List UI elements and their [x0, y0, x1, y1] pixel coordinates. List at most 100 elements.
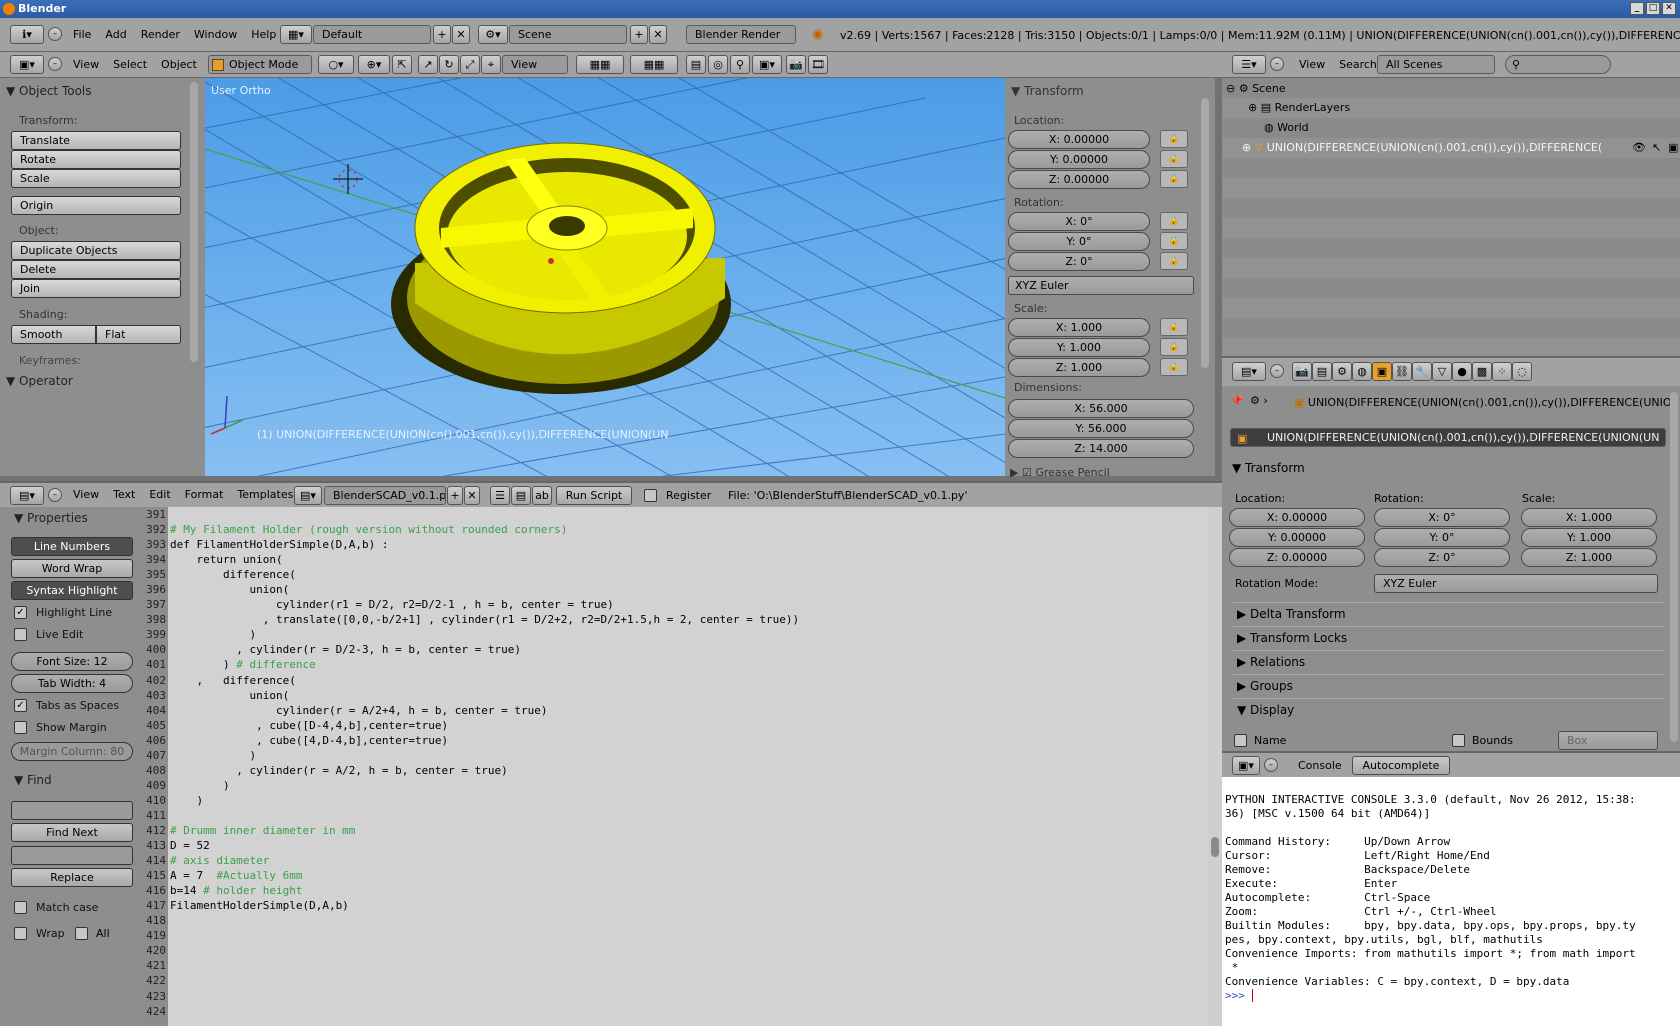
- bounds-type-select[interactable]: Box: [1558, 731, 1658, 750]
- display-name-checkbox[interactable]: [1234, 734, 1247, 747]
- scale-button[interactable]: Scale: [11, 169, 181, 188]
- props-scrollbar[interactable]: [1670, 392, 1678, 742]
- rotation-mode-select[interactable]: XYZ Euler: [1374, 574, 1658, 593]
- smooth-button[interactable]: Smooth: [11, 325, 96, 344]
- text-unlink-icon[interactable]: ✕: [464, 486, 480, 505]
- props-tab-data-icon[interactable]: ▽: [1432, 362, 1452, 381]
- manipulator-toggle-icon[interactable]: ⇱: [392, 55, 412, 74]
- text-file-select[interactable]: BlenderSCAD_v0.1.py: [324, 486, 446, 505]
- menu-add[interactable]: Add: [98, 26, 133, 44]
- editor-type-icon[interactable]: ℹ▾: [10, 25, 44, 44]
- 3d-collapse-icon[interactable]: –: [48, 57, 62, 71]
- display-bounds-checkbox[interactable]: [1452, 734, 1465, 747]
- object-tools-header[interactable]: ▼ Object Tools: [6, 84, 92, 98]
- toggle-syntax-icon[interactable]: ab: [532, 486, 552, 505]
- render-engine-select[interactable]: Blender Render: [686, 25, 796, 44]
- scene-icon[interactable]: ⚙▾: [478, 25, 508, 44]
- layout-remove-icon[interactable]: ✕: [452, 25, 470, 44]
- join-button[interactable]: Join: [11, 279, 181, 298]
- text-scrollbar-thumb[interactable]: [1211, 837, 1219, 857]
- translate-manipulator-icon[interactable]: ↗: [418, 55, 438, 74]
- props-rotation-x[interactable]: X: 0°: [1374, 508, 1510, 527]
- register-checkbox[interactable]: [644, 489, 657, 502]
- text-browse-icon[interactable]: ▤▾: [294, 486, 322, 505]
- n-panel-scrollbar[interactable]: [1201, 98, 1209, 368]
- console-collapse-icon[interactable]: –: [1264, 758, 1278, 772]
- n-location-z[interactable]: Z: 0.00000: [1008, 170, 1150, 189]
- lock-scale-x-icon[interactable]: 🔒: [1160, 318, 1188, 336]
- text-menu-view[interactable]: View: [66, 486, 106, 504]
- line-numbers-toggle[interactable]: Line Numbers: [11, 537, 133, 556]
- collapse-menu-icon[interactable]: –: [48, 27, 62, 41]
- props-tab-texture-icon[interactable]: ▩: [1472, 362, 1492, 381]
- run-script-button[interactable]: Run Script: [556, 486, 632, 505]
- outliner-item-world[interactable]: ◍ World: [1264, 121, 1309, 134]
- transform-orientation-select[interactable]: View: [502, 55, 568, 74]
- 3d-viewport[interactable]: User Ortho (1) UNION(DIFFERENCE(UNION(cn…: [205, 78, 1005, 476]
- lock-rotation-y-icon[interactable]: 🔒: [1160, 232, 1188, 250]
- toggle-word-wrap-icon[interactable]: ▤: [511, 486, 531, 505]
- section-transform-locks[interactable]: ▶ Transform Locks: [1233, 626, 1665, 648]
- lock-location-y-icon[interactable]: 🔒: [1160, 150, 1188, 168]
- props-scale-y[interactable]: Y: 1.000: [1521, 528, 1657, 547]
- rotate-manipulator-icon[interactable]: ↻: [439, 55, 459, 74]
- text-collapse-icon[interactable]: –: [48, 488, 62, 502]
- maximize-button[interactable]: □: [1646, 2, 1660, 15]
- 3d-menu-view[interactable]: View: [66, 56, 106, 74]
- match-case-checkbox[interactable]: [14, 901, 27, 914]
- text-menu-format[interactable]: Format: [178, 486, 231, 504]
- menu-render[interactable]: Render: [134, 26, 187, 44]
- flat-button[interactable]: Flat: [96, 325, 181, 344]
- scene-select[interactable]: Scene: [509, 25, 627, 44]
- highlight-line-checkbox[interactable]: ✓: [14, 606, 27, 619]
- find-header[interactable]: ▼ Find: [14, 773, 52, 787]
- toggle-line-numbers-icon[interactable]: ☰: [490, 486, 510, 505]
- transform-orientation-icon[interactable]: ⌖: [481, 55, 501, 74]
- n-transform-header[interactable]: ▼ Transform: [1011, 84, 1084, 98]
- 3d-editor-type-icon[interactable]: ▣▾: [10, 55, 44, 74]
- n-dimension-y[interactable]: Y: 56.000: [1008, 419, 1194, 438]
- word-wrap-toggle[interactable]: Word Wrap: [11, 559, 133, 578]
- close-button[interactable]: ✕: [1662, 2, 1676, 15]
- n-location-y[interactable]: Y: 0.00000: [1008, 150, 1150, 169]
- all-checkbox[interactable]: [75, 927, 88, 940]
- lock-layers-icon[interactable]: ▤: [686, 55, 706, 74]
- filament-holder-mesh[interactable]: [391, 142, 731, 394]
- props-tab-constraints-icon[interactable]: ⛓: [1392, 362, 1412, 381]
- live-edit-checkbox[interactable]: [14, 628, 27, 641]
- 3d-cursor-icon[interactable]: [333, 164, 363, 194]
- text-menu-text[interactable]: Text: [106, 486, 142, 504]
- props-tab-particles-icon[interactable]: ⁘: [1492, 362, 1512, 381]
- scale-manipulator-icon[interactable]: ⤢: [460, 55, 480, 74]
- find-next-button[interactable]: Find Next: [11, 823, 133, 842]
- pivot-point-icon[interactable]: ⊕▾: [358, 55, 390, 74]
- outliner-item-object[interactable]: ⊕ ▽ UNION(DIFFERENCE(UNION(cn().001,cn()…: [1242, 141, 1602, 154]
- lock-location-x-icon[interactable]: 🔒: [1160, 130, 1188, 148]
- n-grease-pencil-header[interactable]: ▶ ☑ Grease Pencil: [1010, 466, 1110, 479]
- replace-input[interactable]: [11, 846, 133, 865]
- props-location-z[interactable]: Z: 0.00000: [1229, 548, 1365, 567]
- n-scale-y[interactable]: Y: 1.000: [1008, 338, 1150, 357]
- outliner-menu-view[interactable]: View: [1292, 56, 1332, 74]
- n-rotation-mode-select[interactable]: XYZ Euler: [1008, 276, 1194, 295]
- show-margin-checkbox[interactable]: [14, 721, 27, 734]
- selectability-cursor-icon[interactable]: ↖: [1652, 141, 1661, 154]
- python-console[interactable]: PYTHON INTERACTIVE CONSOLE 3.3.0 (defaul…: [1222, 777, 1680, 1026]
- text-properties-header[interactable]: ▼ Properties: [14, 511, 88, 525]
- text-menu-templates[interactable]: Templates: [230, 486, 300, 504]
- 3d-menu-select[interactable]: Select: [106, 56, 154, 74]
- outliner-editor-type-icon[interactable]: ☰▾: [1232, 55, 1266, 74]
- scene-remove-icon[interactable]: ✕: [649, 25, 667, 44]
- n-scale-z[interactable]: Z: 1.000: [1008, 358, 1150, 377]
- lock-scale-z-icon[interactable]: 🔒: [1160, 358, 1188, 376]
- snap-element-icon[interactable]: ▣▾: [752, 55, 782, 74]
- props-location-y[interactable]: Y: 0.00000: [1229, 528, 1365, 547]
- n-rotation-y[interactable]: Y: 0°: [1008, 232, 1150, 251]
- props-tab-render-icon[interactable]: 📷: [1292, 362, 1312, 381]
- n-scale-x[interactable]: X: 1.000: [1008, 318, 1150, 337]
- layout-select[interactable]: Default: [313, 25, 431, 44]
- props-tab-layers-icon[interactable]: ▤: [1312, 362, 1332, 381]
- lock-location-z-icon[interactable]: 🔒: [1160, 170, 1188, 188]
- props-tab-world-icon[interactable]: ◍: [1352, 362, 1372, 381]
- text-editor-type-icon[interactable]: ▤▾: [10, 486, 44, 505]
